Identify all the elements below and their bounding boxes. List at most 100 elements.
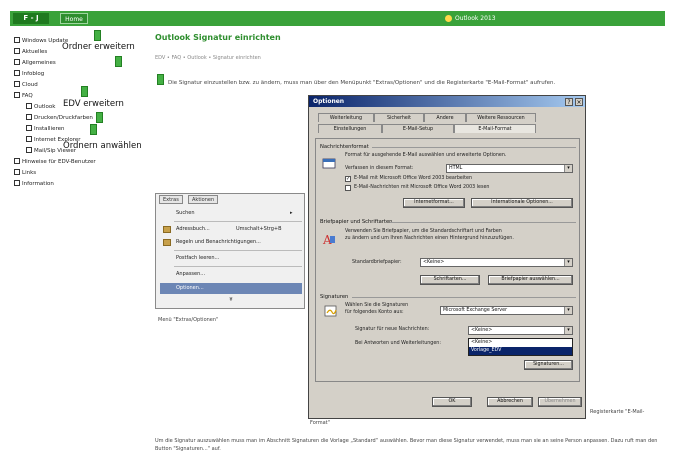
tab-email-format[interactable]: E-Mail-Format [454, 124, 536, 133]
chevron-down-icon[interactable]: ▾ [564, 259, 572, 266]
tab-sicherheit[interactable]: Sicherheit [374, 113, 424, 122]
breadcrumb[interactable]: EDV • FAQ • Outlook • Signatur einrichte… [155, 55, 261, 61]
signatures-button[interactable]: Signaturen... [524, 360, 573, 370]
compose-format-select[interactable]: HTML ▾ [446, 164, 573, 173]
sidebar-item-information[interactable]: Information [14, 180, 54, 187]
folder-icon [14, 158, 20, 164]
folder-icon [26, 103, 32, 109]
menu-item-anpassen[interactable]: Anpassen... [160, 269, 302, 280]
tab-einstellungen[interactable]: Einstellungen [318, 124, 382, 133]
default-stationery-select[interactable]: <Keine> ▾ [420, 258, 573, 267]
folder-icon [14, 37, 20, 43]
sidebar-item-aktuelles[interactable]: Aktuelles [14, 48, 47, 55]
tab-andere[interactable]: Andere [424, 113, 466, 122]
chevron-down-icon[interactable]: ▾ [564, 327, 572, 334]
chevron-down-icon[interactable]: ▾ [564, 307, 572, 314]
sidebar-item-links[interactable]: Links [14, 169, 36, 176]
group-signaturen-title: Signaturen [320, 294, 349, 300]
menu-separator [174, 221, 302, 222]
step-marker [115, 56, 122, 67]
internet-format-button[interactable]: Internetformat... [403, 198, 465, 208]
chevron-down-icon[interactable]: ▾ [564, 165, 572, 172]
close-icon[interactable]: × [575, 98, 583, 106]
sidebar-item-allgemeines[interactable]: Allgemeines [14, 59, 56, 66]
tab-caption-2: Format" [310, 420, 330, 426]
folder-icon [14, 81, 20, 87]
help-icon[interactable]: ? [565, 98, 573, 106]
step-marker [94, 30, 101, 41]
group-nachrichtenformat-title: Nachrichtenformat [320, 144, 369, 150]
user-icon [445, 15, 452, 22]
intro-text: Die Signatur einzustellen bzw. zu ändern… [168, 80, 556, 86]
annotation-ordner-erweitern: Ordner erweitern [62, 42, 135, 52]
group2-description-2: zu ändern und um Ihren Nachrichten einen… [345, 236, 514, 241]
group-briefpapier-title: Briefpapier und Schriftarten [320, 219, 393, 225]
use-word-read-checkbox[interactable] [345, 185, 351, 191]
folder-icon [14, 59, 20, 65]
international-options-button[interactable]: Internationale Optionen... [471, 198, 573, 208]
tab-email-setup[interactable]: E-Mail-Setup [382, 124, 454, 133]
menu-item-adressbuch[interactable]: Adressbuch... Umschalt+Strg+B [160, 224, 302, 235]
folder-icon [14, 180, 20, 186]
menu-tab-extras[interactable]: Extras [159, 195, 183, 204]
new-message-signature-select[interactable]: <Keine> ▾ [468, 326, 573, 335]
default-stationery-label: Standardbriefpapier: [352, 260, 402, 265]
step-marker [157, 74, 164, 85]
fonts-button[interactable]: Schriftarten... [420, 275, 480, 285]
menu-item-regeln[interactable]: Regeln und Benachrichtigungen... [160, 237, 302, 248]
step-marker [96, 112, 103, 123]
reply-signature-label: Bei Antworten und Weiterleitungen: [355, 341, 441, 346]
sidebar-item-hinweise[interactable]: Hinweise für EDV-Benutzer [14, 158, 96, 165]
dropdown-option-vorlage-edv[interactable]: Vorlage_EDV [469, 347, 572, 355]
dropdown-option-keine[interactable]: <Keine> [469, 339, 572, 347]
step-marker [90, 124, 97, 135]
group1-description: Format für ausgehende E-Mail auswählen u… [345, 153, 507, 158]
use-word-edit-checkbox[interactable]: ✓ [345, 176, 351, 182]
topbar-right-label[interactable]: Outlook 2013 [455, 13, 496, 24]
tab-caption: Registerkarte "E-Mail- [590, 409, 645, 415]
page-title: Outlook Signatur einrichten [155, 33, 281, 42]
menu-item-optionen[interactable]: Optionen... [160, 283, 302, 294]
annotation-edv-erweitern: EDV erweitern [63, 99, 124, 109]
tab-weiterleitung[interactable]: Weiterleitung [318, 113, 374, 122]
folder-icon [26, 114, 32, 120]
cancel-button[interactable]: Abbrechen [487, 397, 533, 407]
signature-account-select[interactable]: Microsoft Exchange Server ▾ [440, 306, 573, 315]
folder-icon [14, 92, 20, 98]
folder-icon [14, 70, 20, 76]
group2-description-1: Verwenden Sie Briefpapier, um die Standa… [345, 229, 502, 234]
rules-icon [163, 239, 171, 246]
menu-expand-chevron-icon[interactable]: ¥ [160, 295, 302, 306]
home-link[interactable]: Home [60, 13, 88, 24]
new-message-signature-label: Signatur für neue Nachrichten: [355, 327, 430, 332]
folder-icon [14, 48, 20, 54]
menu-tab-aktionen[interactable]: Aktionen [188, 195, 219, 204]
sidebar-item-installieren[interactable]: Installieren [26, 125, 64, 132]
step-marker [81, 86, 88, 97]
sidebar-item-drucken[interactable]: Drucken/Druckfarben [26, 114, 93, 121]
menu-separator [174, 250, 302, 251]
menu-item-postfach[interactable]: Postfach leeren... [160, 253, 302, 264]
tab-weitere-ressourcen[interactable]: Weitere Ressourcen [466, 113, 536, 122]
apply-button[interactable]: Übernehmen [538, 397, 582, 407]
signature-icon [324, 305, 337, 317]
sidebar-item-outlook[interactable]: Outlook [26, 103, 55, 110]
choose-stationery-button[interactable]: Briefpapier auswählen... [488, 275, 573, 285]
group-divider [372, 147, 576, 148]
menu-item-suchen[interactable]: Suchen ▸ [160, 208, 302, 219]
sidebar-item-faq[interactable]: FAQ [14, 92, 33, 99]
group3-description-1: Wählen Sie die Signaturen [345, 303, 409, 308]
menu-caption: Menü "Extras/Optionen" [158, 317, 219, 323]
annotation-ordnern-anwaehlen: Ordnern anwählen [63, 141, 142, 151]
sidebar-item-windows-update[interactable]: Windows Update [14, 37, 68, 44]
group-divider [352, 297, 576, 298]
compose-format-label: Verfassen in diesem Format: [345, 166, 414, 171]
sidebar-item-cloud[interactable]: Cloud [14, 81, 38, 88]
folder-icon [26, 147, 32, 153]
sidebar-item-infoblog[interactable]: Infoblog [14, 70, 44, 77]
ok-button[interactable]: OK [432, 397, 472, 407]
instruction-text: Um die Signatur auszuwählen muss man im … [155, 438, 658, 452]
group3-description-2: für folgendes Konto aus: [345, 310, 404, 315]
logo-button[interactable]: F - J [13, 13, 49, 24]
addressbook-icon [163, 226, 171, 233]
